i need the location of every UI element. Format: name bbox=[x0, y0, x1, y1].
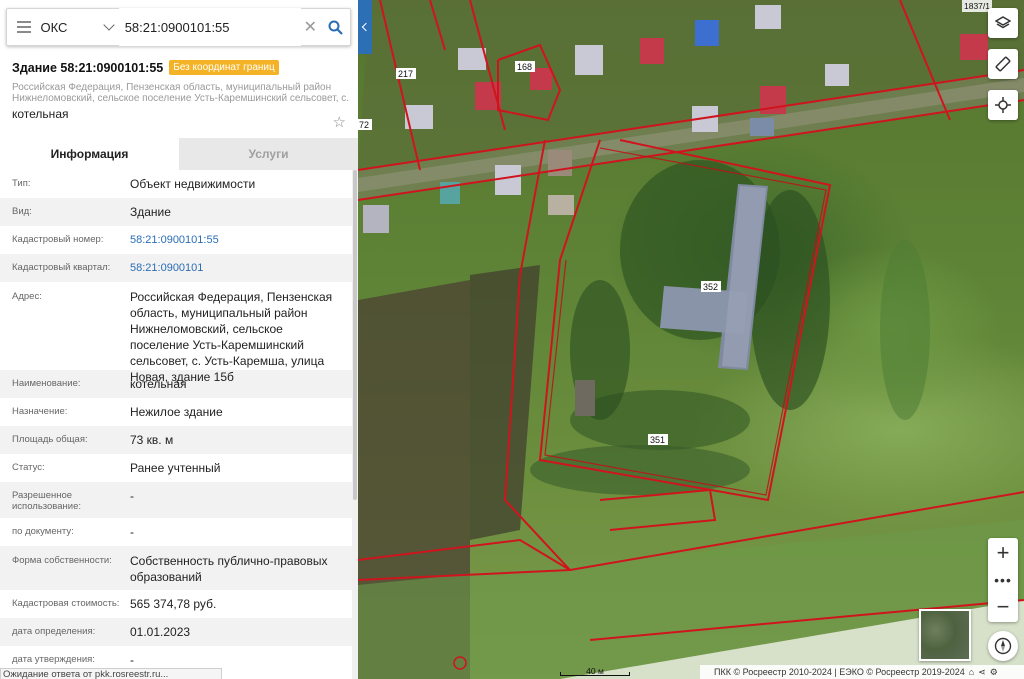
ruler-button[interactable] bbox=[988, 49, 1018, 79]
attribution-text: ПКК © Росреестр 2010-2024 | ЕЭКО © Росре… bbox=[714, 667, 965, 677]
property-value-link[interactable]: 58:21:0900101:55 bbox=[130, 232, 340, 254]
parcel-label-351: 351 bbox=[650, 435, 665, 445]
zoom-out-button[interactable]: − bbox=[988, 592, 1018, 622]
property-value-link[interactable]: 58:21:0900101 bbox=[130, 260, 340, 282]
scale-bar: 40 м bbox=[560, 666, 630, 676]
property-label: Адрес: bbox=[12, 291, 42, 302]
property-value: Собственность публично-правовых образова… bbox=[130, 554, 328, 584]
crosshair-icon bbox=[995, 97, 1011, 113]
property-row: дата определения: 01.01.2023 bbox=[0, 618, 352, 646]
property-label: Статус: bbox=[12, 462, 45, 473]
property-label: Кадастровая стоимость: bbox=[12, 598, 120, 609]
chevron-left-icon bbox=[361, 22, 371, 32]
hamburger-icon[interactable] bbox=[7, 8, 40, 46]
property-row: Кадастровый номер: 58:21:0900101:55 bbox=[0, 226, 352, 254]
attribution: ПКК © Росреестр 2010-2024 | ЕЭКО © Росре… bbox=[700, 665, 1024, 679]
object-type-select[interactable]: ОКС bbox=[40, 8, 118, 46]
object-name: котельная bbox=[12, 107, 69, 121]
search-input[interactable] bbox=[118, 8, 301, 46]
property-row: Кадастровый квартал: 58:21:0900101 bbox=[0, 254, 352, 282]
compass-button[interactable] bbox=[988, 631, 1018, 661]
property-row: Вид: Здание bbox=[0, 198, 352, 226]
search-icon bbox=[328, 20, 343, 35]
property-value: - bbox=[130, 489, 134, 503]
panel-scrollbar[interactable] bbox=[352, 170, 358, 679]
property-row: по документу: - bbox=[0, 518, 352, 546]
status-message: Ожидание ответа от pkk.rosreestr.ru... bbox=[0, 668, 222, 679]
parcel-label-168: 168 bbox=[517, 62, 532, 72]
ruler-icon bbox=[995, 56, 1011, 72]
parcel-label-217: 217 bbox=[398, 69, 413, 79]
property-value: Ранее учтенный bbox=[130, 461, 221, 475]
minimap[interactable] bbox=[919, 609, 971, 661]
property-row: Кадастровая стоимость: 565 374,78 руб. bbox=[0, 590, 352, 618]
property-label: Назначение: bbox=[12, 406, 68, 417]
info-panel: ОКС ✕ Здание 58:21:0900101:55 Без коорди… bbox=[0, 0, 358, 679]
property-row: Адрес: Российская Федерация, Пензенская о… bbox=[0, 282, 352, 384]
layers-button[interactable] bbox=[988, 8, 1018, 38]
property-label: Форма собственности: bbox=[12, 555, 112, 566]
property-label: Разрешенное использование: bbox=[12, 490, 82, 512]
tab-information[interactable]: Информация bbox=[0, 138, 179, 170]
property-label: Вид: bbox=[12, 206, 32, 217]
property-row: Назначение: Нежилое здание bbox=[0, 398, 352, 426]
property-label: Площадь общая: bbox=[12, 434, 88, 445]
collapse-panel-button[interactable] bbox=[358, 0, 372, 54]
compass-icon bbox=[994, 637, 1012, 655]
property-value: Нежилое здание bbox=[130, 405, 223, 419]
close-icon[interactable]: ✕ bbox=[301, 8, 320, 46]
property-label: Тип: bbox=[12, 178, 31, 189]
property-label: Кадастровый номер: bbox=[12, 234, 104, 245]
panel-tabs: Информация Услуги bbox=[0, 138, 358, 170]
zoom-controls: + ••• − bbox=[988, 538, 1018, 622]
parcel-label-72: 72 bbox=[359, 120, 369, 130]
parcel-label-352: 352 bbox=[703, 282, 718, 292]
property-label: Кадастровый квартал: bbox=[12, 262, 111, 273]
status-badge: Без координат границ bbox=[169, 60, 279, 75]
home-icon[interactable]: ⌂ bbox=[969, 667, 974, 677]
search-bar: ОКС ✕ bbox=[6, 8, 351, 46]
property-row: Тип: Объект недвижимости bbox=[0, 170, 352, 198]
object-header: Здание 58:21:0900101:55 Без координат гр… bbox=[12, 60, 350, 131]
property-value: Объект недвижимости bbox=[130, 177, 256, 191]
tab-services[interactable]: Услуги bbox=[179, 138, 358, 170]
property-label: Наименование: bbox=[12, 378, 81, 389]
object-type-value: ОКС bbox=[40, 19, 68, 35]
property-row: Площадь общая: 73 кв. м bbox=[0, 426, 352, 454]
property-value: 01.01.2023 bbox=[130, 625, 191, 639]
layers-icon bbox=[995, 16, 1011, 29]
object-address: Российская Федерация, Пензенская область… bbox=[12, 82, 350, 104]
property-value: 565 374,78 руб. bbox=[130, 597, 217, 611]
chevron-down-icon bbox=[103, 19, 115, 31]
property-value: Здание bbox=[130, 205, 171, 219]
property-value: 73 кв. м bbox=[130, 433, 174, 447]
star-icon[interactable]: ☆ bbox=[333, 113, 346, 131]
property-row: Разрешенное использование: - bbox=[0, 482, 352, 518]
share-icon[interactable]: ⋖ bbox=[978, 667, 986, 678]
property-row: Статус: Ранее учтенный bbox=[0, 454, 352, 482]
properties-list: Тип: Объект недвижимости Вид: Здание Кадастр… bbox=[0, 170, 352, 674]
zoom-more-icon[interactable]: ••• bbox=[988, 568, 1018, 592]
object-title: Здание 58:21:0900101:55 bbox=[12, 60, 164, 75]
property-label: по документу: bbox=[12, 526, 74, 537]
property-value: Российская Федерация, Пензенская область… bbox=[130, 290, 333, 384]
zoom-in-button[interactable]: + bbox=[988, 538, 1018, 568]
settings-icon[interactable]: ⚙ bbox=[990, 667, 998, 678]
locate-button[interactable] bbox=[988, 90, 1018, 120]
property-value: котельная bbox=[130, 377, 187, 391]
search-button[interactable] bbox=[320, 8, 350, 46]
property-row: Форма собственности: Собственность публич… bbox=[0, 546, 352, 590]
property-value: - bbox=[130, 525, 134, 539]
property-label: дата определения: bbox=[12, 626, 96, 637]
